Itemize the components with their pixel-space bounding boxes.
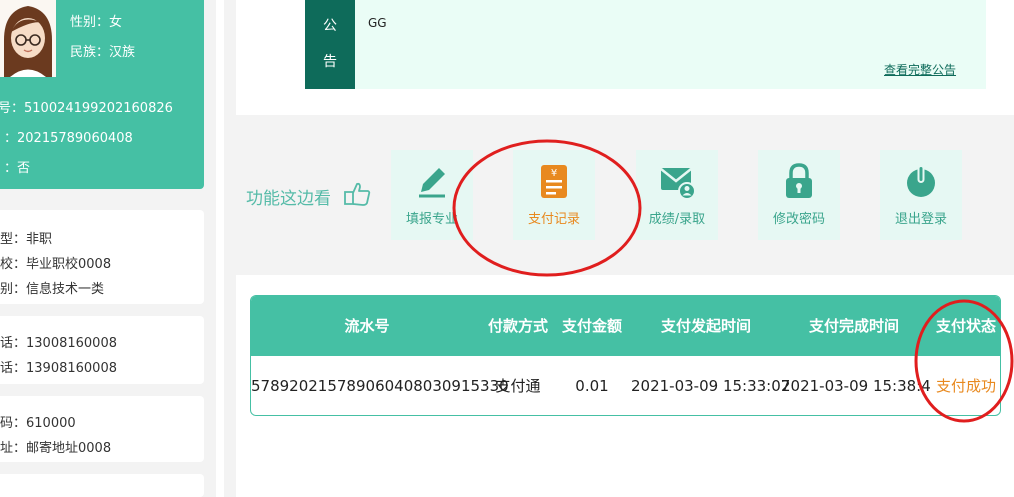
phone-1: 话：13008160008 [0, 336, 117, 351]
cell-amount: 0.01 [575, 377, 609, 395]
mail-user-icon [658, 162, 696, 200]
tile-change-password[interactable]: 修改密码 [758, 150, 840, 240]
pointing-hand-icon [343, 181, 371, 211]
education-card: 型：非职 校：毕业职校0008 别：信息技术一类 [0, 210, 204, 304]
header-status: 支付状态 [935, 317, 996, 335]
notice-text: GG [368, 16, 387, 30]
tile-payment-record[interactable]: ¥ 支付记录 [513, 150, 595, 240]
phone-2: 话：13908160008 [0, 361, 117, 376]
table-header: 流水号 付款方式 支付金额 支付发起时间 支付完成时间 支付状态 [251, 296, 1000, 356]
tile-logout-label: 退出登录 [894, 212, 947, 227]
svg-text:¥: ¥ [551, 168, 557, 179]
category-text: 别：信息技术一类 [0, 282, 105, 297]
cell-start-time: 2021-03-09 15:33:07 [631, 377, 791, 395]
view-full-notice-link[interactable]: 查看完整公告 [884, 61, 956, 78]
header-start-time: 支付发起时间 [660, 317, 751, 335]
mail-address-text: 址：邮寄地址0008 [0, 441, 112, 456]
ethnicity-text: 民族：汉族 [70, 45, 136, 60]
notice-tag: 公 告 [305, 0, 355, 89]
lock-icon [780, 162, 818, 200]
functions-title: 功能这边看 [246, 189, 331, 209]
extra-card [0, 474, 204, 497]
address-card: 码：610000 址：邮寄地址0008 [0, 396, 204, 462]
id-number-text: 号：510024199202160826 [0, 101, 173, 116]
avatar [0, 0, 56, 77]
tile-fill-major-label: 填报专业 [405, 212, 458, 227]
pencil-icon [413, 162, 451, 200]
profile-card: 性别：女 民族：汉族 号：510024199202160826 ：2021578… [0, 0, 204, 189]
cell-finish-time: 2021-03-09 15:38:4 [781, 377, 931, 395]
tile-payment-record-label: 支付记录 [527, 212, 580, 227]
tile-change-password-label: 修改密码 [772, 212, 825, 227]
power-icon [902, 162, 940, 200]
payment-record-icon: ¥ [535, 162, 573, 200]
education-type: 型：非职 [0, 232, 53, 247]
payment-table: 流水号 付款方式 支付金额 支付发起时间 支付完成时间 支付状态 5789202… [250, 295, 1001, 416]
cell-serial: 578920215789060408030915330 [251, 377, 509, 395]
notice-tag-char-1: 公 [323, 18, 337, 34]
header-serial: 流水号 [344, 317, 390, 335]
notice-tag-char-2: 告 [323, 54, 337, 70]
contact-card: 话：13008160008 话：13908160008 [0, 316, 204, 384]
header-method: 付款方式 [487, 317, 548, 335]
header-finish-time: 支付完成时间 [808, 317, 899, 335]
header-amount: 支付金额 [561, 317, 622, 335]
tile-logout[interactable]: 退出登录 [880, 150, 962, 240]
cell-method: 支付通 [495, 377, 541, 395]
graduate-school: 校：毕业职校0008 [0, 257, 112, 272]
tile-fill-major[interactable]: 填报专业 [391, 150, 473, 240]
tile-score-admission-label: 成绩/录取 [648, 212, 706, 227]
gender-text: 性别：女 [70, 15, 123, 30]
cell-status: 支付成功 [935, 377, 996, 395]
column-divider [216, 0, 224, 497]
postcode-text: 码：610000 [0, 416, 76, 431]
flag-text: ：否 [4, 161, 31, 176]
tile-score-admission[interactable]: 成绩/录取 [636, 150, 718, 240]
exam-number-text: ：20215789060408 [4, 131, 133, 146]
page: 性别：女 民族：汉族 号：510024199202160826 ：2021578… [0, 0, 1014, 497]
